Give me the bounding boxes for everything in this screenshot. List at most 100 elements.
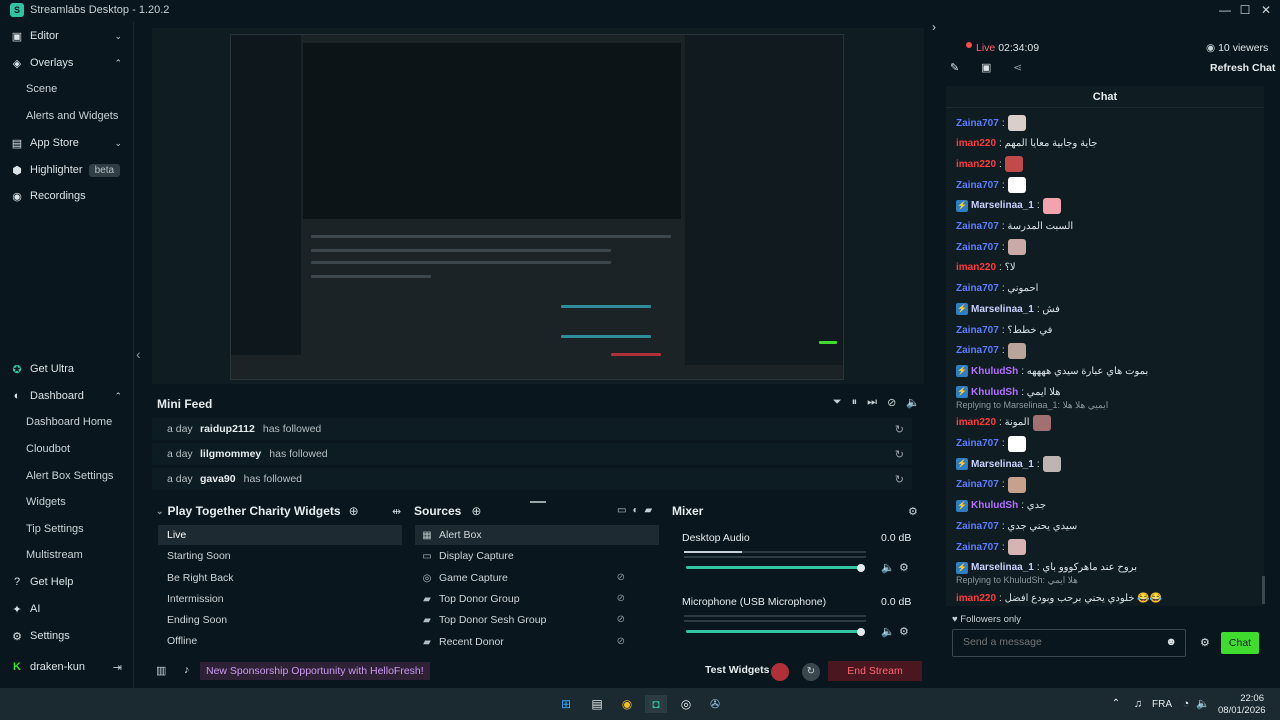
chat-username[interactable]: Marselinaa_1: [971, 304, 1034, 315]
chat-username[interactable]: Marselinaa_1: [971, 459, 1034, 470]
pause-icon[interactable]: ⏸: [852, 396, 858, 409]
filter-icon[interactable]: ⏷: [833, 396, 842, 409]
logout-icon[interactable]: ⇥: [113, 661, 122, 674]
notification-bell-icon[interactable]: ♪: [184, 664, 190, 676]
volume-slider[interactable]: [686, 630, 861, 633]
volume-icon[interactable]: 🔈: [906, 396, 920, 409]
replay-icon[interactable]: ↻: [895, 448, 904, 461]
chat-username[interactable]: Zaina707: [956, 479, 999, 490]
chat-username[interactable]: iman220: [956, 593, 996, 604]
mute-alerts-icon[interactable]: ⊘: [887, 396, 896, 409]
chat-message-input[interactable]: [963, 636, 1163, 648]
source-item[interactable]: ◎ Game Capture ⊘: [415, 568, 659, 588]
scene-item-ending-soon[interactable]: Ending Soon: [158, 610, 402, 630]
replay-icon[interactable]: ↻: [895, 423, 904, 436]
nav-sub-scene[interactable]: Scene: [26, 79, 57, 99]
close-button[interactable]: ✕: [1254, 0, 1278, 20]
mixer-settings-gear-icon[interactable]: ⚙: [908, 505, 918, 518]
chat-username[interactable]: Zaina707: [956, 345, 999, 356]
windows-start-icon[interactable]: ⊞: [555, 695, 577, 713]
sponsorship-notification[interactable]: New Sponsorship Opportunity with HelloFr…: [200, 662, 430, 680]
volume-slider-knob[interactable]: [857, 564, 865, 572]
chat-username[interactable]: Zaina707: [956, 542, 999, 553]
nav-item-overlays[interactable]: ◈ Overlays ⌃: [0, 52, 134, 74]
skip-icon[interactable]: ⏭: [867, 396, 877, 409]
replay-buffer-icon[interactable]: ↻: [802, 663, 820, 681]
language-indicator[interactable]: FRA: [1152, 699, 1172, 710]
chat-username[interactable]: Zaina707: [956, 283, 999, 294]
nav-sub-alerts-widgets[interactable]: Alerts and Widgets: [26, 106, 118, 126]
chat-username[interactable]: Zaina707: [956, 242, 999, 253]
chat-input-box[interactable]: ☻: [952, 629, 1186, 657]
replay-icon[interactable]: ↻: [895, 473, 904, 486]
clip-icon[interactable]: ▣: [981, 61, 991, 74]
refresh-chat-button[interactable]: Refresh Chat: [1210, 62, 1275, 74]
microphone-tray-icon[interactable]: ♫: [1127, 695, 1149, 713]
source-item[interactable]: ▭ Display Capture: [415, 546, 659, 566]
source-item[interactable]: ▰ Recent Donor ⊘: [415, 632, 659, 652]
chat-username[interactable]: Zaina707: [956, 180, 999, 191]
nav-user[interactable]: K draken-kun ⇥: [0, 656, 134, 678]
source-selective-icon[interactable]: ◐: [632, 505, 644, 516]
hidden-eye-icon[interactable]: ⊘: [617, 589, 625, 609]
nav-sub-tip-settings[interactable]: Tip Settings: [26, 519, 84, 539]
collapse-nav-icon[interactable]: ‹: [136, 346, 141, 362]
chat-username[interactable]: KhuludSh: [971, 500, 1018, 511]
nav-sub-multistream[interactable]: Multistream: [26, 545, 83, 565]
emoji-icon[interactable]: ☻: [1165, 636, 1177, 648]
nav-sub-alert-box-settings[interactable]: Alert Box Settings: [26, 466, 113, 486]
volume-slider[interactable]: [686, 566, 861, 569]
chat-username[interactable]: iman220: [956, 417, 996, 428]
chat-username[interactable]: iman220: [956, 262, 996, 273]
streamlabs-taskbar-icon[interactable]: ◘: [645, 695, 667, 713]
chat-username[interactable]: KhuludSh: [971, 387, 1018, 398]
chat-username[interactable]: Zaina707: [956, 521, 999, 532]
nav-item-highlighter[interactable]: ⬢ Highlighter beta: [0, 159, 134, 181]
record-button[interactable]: [771, 663, 789, 681]
chat-username[interactable]: Zaina707: [956, 118, 999, 129]
chat-username[interactable]: iman220: [956, 138, 996, 149]
chat-username[interactable]: Zaina707: [956, 325, 999, 336]
steam-icon[interactable]: ✇: [704, 695, 726, 713]
performance-chart-icon[interactable]: ▥: [156, 664, 166, 677]
scene-item-offline[interactable]: Offline: [158, 631, 402, 651]
source-item[interactable]: ▰ Top Donor Group ⊘: [415, 589, 659, 609]
clock[interactable]: 22:06 08/01/2026: [1218, 693, 1266, 717]
chat-username[interactable]: Marselinaa_1: [971, 200, 1034, 211]
source-folder-icon[interactable]: ▰: [645, 505, 659, 516]
feed-resize-handle[interactable]: [530, 501, 546, 503]
nav-sub-cloudbot[interactable]: Cloudbot: [26, 439, 70, 459]
mute-speaker-icon[interactable]: 🔈: [881, 625, 895, 638]
chrome-icon[interactable]: ◉: [616, 695, 638, 713]
scene-item-starting-soon[interactable]: Starting Soon: [158, 546, 402, 566]
nav-item-editor[interactable]: ▣ Editor ⌄: [0, 25, 134, 47]
source-item[interactable]: ▦ Alert Box: [415, 525, 659, 545]
hidden-eye-icon[interactable]: ⊘: [617, 632, 625, 652]
share-icon[interactable]: ⋖: [1013, 61, 1022, 74]
toggle-scene-collection-icon[interactable]: ⇹: [392, 505, 401, 518]
hidden-eye-icon[interactable]: ⊘: [617, 568, 625, 588]
chat-username[interactable]: iman220: [956, 159, 996, 170]
source-item[interactable]: ▰ Top Donor Sesh Group ⊘: [415, 610, 659, 630]
collapse-chat-icon[interactable]: ›: [932, 20, 936, 34]
tray-chevron-icon[interactable]: ⌃: [1105, 695, 1127, 713]
scenes-title[interactable]: Play Together Charity Widgets: [168, 504, 341, 518]
mute-speaker-icon[interactable]: 🔈: [881, 561, 895, 574]
channel-settings-gear-icon[interactable]: ⚙: [899, 625, 909, 638]
chat-username[interactable]: KhuludSh: [971, 366, 1018, 377]
scene-item-be-right-back[interactable]: Be Right Back: [158, 568, 402, 588]
obs-icon[interactable]: ◎: [675, 695, 697, 713]
nav-item-app-store[interactable]: ▤ App Store ⌄: [0, 132, 134, 154]
chat-username[interactable]: Marselinaa_1: [971, 562, 1034, 573]
add-source-icon[interactable]: ⊕: [471, 504, 481, 518]
nav-item-get-ultra[interactable]: ✪ Get Ultra: [0, 358, 134, 380]
file-explorer-icon[interactable]: ▤: [586, 695, 608, 713]
end-stream-button[interactable]: End Stream: [828, 661, 922, 681]
chat-username[interactable]: Zaina707: [956, 221, 999, 232]
volume-tray-icon[interactable]: 🔈: [1192, 695, 1214, 713]
nav-item-settings[interactable]: ⚙ Settings: [0, 625, 134, 647]
scene-item-live[interactable]: Live: [158, 525, 402, 545]
chat-username[interactable]: Zaina707: [956, 438, 999, 449]
nav-item-recordings[interactable]: ◉ Recordings: [0, 185, 134, 207]
nav-item-dashboard[interactable]: ◐ Dashboard ⌃: [0, 385, 134, 407]
